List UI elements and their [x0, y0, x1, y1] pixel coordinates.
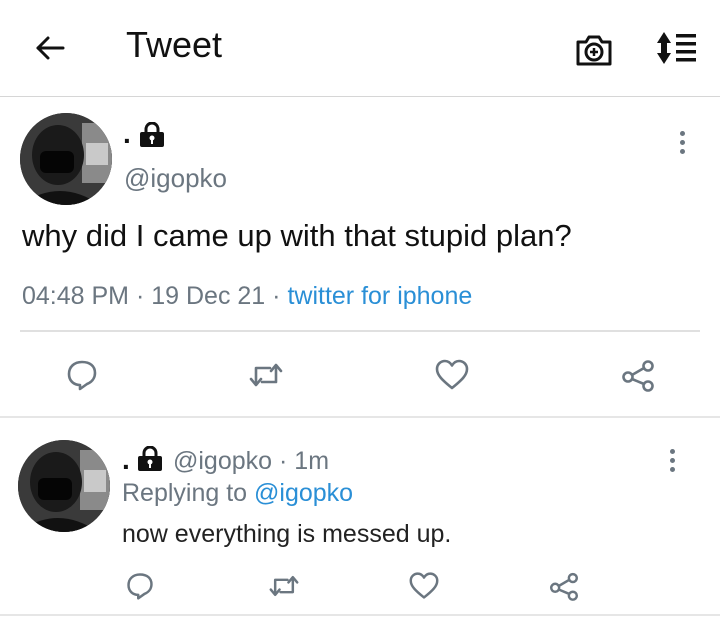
dot-2: [669, 457, 675, 463]
retweet-icon: [249, 363, 283, 387]
camera-button[interactable]: [574, 30, 614, 70]
comment-icon: [67, 360, 97, 391]
tweet-date: 19 Dec 21: [151, 282, 266, 310]
heart-icon: [409, 572, 439, 599]
sort-button[interactable]: [654, 28, 702, 68]
camera-plus-icon: [576, 35, 612, 66]
reply-meta: @igopko · 1m: [173, 447, 329, 476]
reply-retweet-button[interactable]: [264, 568, 304, 604]
page-title: Tweet: [126, 24, 223, 65]
retweet-icon: [269, 575, 299, 597]
avatar-image: [20, 113, 112, 205]
replying-prefix: Replying to: [122, 479, 248, 507]
tweet-text: why did I came up with that stupid plan?: [22, 218, 572, 253]
tweet-meta: 04:48 PM · 19 Dec 21 · twitter for iphon…: [22, 282, 472, 311]
divider: [20, 330, 700, 332]
reply-avatar[interactable]: [18, 440, 110, 532]
reply-like-button[interactable]: [404, 568, 444, 604]
avatar-image: [18, 440, 110, 532]
reply-handle[interactable]: @igopko: [173, 447, 272, 475]
user-handle[interactable]: @igopko: [124, 163, 227, 194]
display-name: .: [123, 118, 131, 149]
like-button[interactable]: [430, 355, 474, 395]
tweet-time: 04:48 PM: [22, 282, 130, 310]
tweet-source-link[interactable]: twitter for iphone: [287, 282, 472, 310]
share-button[interactable]: [616, 355, 660, 395]
reply-share-button[interactable]: [544, 568, 584, 604]
dot-3: [679, 148, 685, 154]
section-divider: [0, 416, 720, 418]
dot-1: [679, 130, 685, 136]
lock-icon: [140, 122, 164, 147]
meta-separator: ·: [135, 282, 145, 310]
reply-button[interactable]: [60, 355, 104, 395]
comment-icon: [127, 573, 153, 600]
reply-more-options-button[interactable]: [662, 443, 682, 477]
meta-separator: ·: [272, 282, 281, 310]
reply-display-name: .: [122, 444, 130, 475]
arrow-left-icon: [36, 36, 65, 60]
meta-separator: ·: [279, 447, 288, 475]
avatar[interactable]: [20, 113, 112, 205]
dot-3: [669, 466, 675, 472]
replying-to-handle[interactable]: @igopko: [254, 479, 353, 507]
back-button[interactable]: [30, 28, 70, 68]
heart-icon: [435, 359, 469, 390]
more-options-button[interactable]: [672, 125, 692, 159]
reply-age: 1m: [294, 447, 330, 475]
share-icon: [549, 572, 579, 601]
dot-2: [679, 139, 685, 145]
replying-to: Replying to @igopko: [122, 479, 353, 508]
section-divider: [0, 614, 720, 616]
dot-1: [669, 448, 675, 454]
retweet-button[interactable]: [244, 355, 288, 395]
lock-icon: [138, 446, 162, 471]
reply-header: .: [122, 444, 130, 476]
share-icon: [622, 360, 654, 392]
reply-reply-button[interactable]: [120, 568, 160, 604]
reply-text: now everything is messed up.: [122, 520, 452, 548]
sort-lines-icon: [657, 32, 696, 64]
